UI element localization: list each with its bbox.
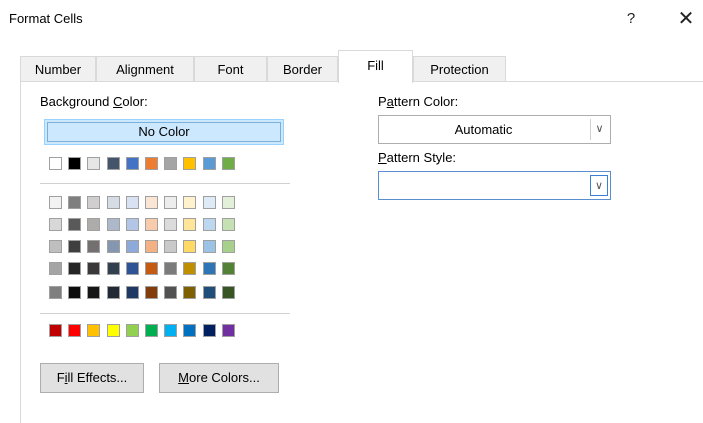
tint-color-swatch[interactable] [222, 196, 235, 209]
theme-color-swatch[interactable] [49, 157, 62, 170]
tint-color-swatch[interactable] [222, 240, 235, 253]
standard-color-swatch[interactable] [49, 324, 62, 337]
tint-color-swatch[interactable] [183, 286, 196, 299]
theme-color-swatch[interactable] [87, 157, 100, 170]
theme-color-swatch[interactable] [203, 157, 216, 170]
theme-color-swatch[interactable] [145, 157, 158, 170]
tint-color-swatch[interactable] [126, 286, 139, 299]
tab-alignment[interactable]: Alignment [96, 56, 194, 81]
tab-protection[interactable]: Protection [413, 56, 506, 81]
tint-color-swatch[interactable] [49, 262, 62, 275]
pattern-color-value: Automatic [454, 122, 513, 137]
tint-color-swatch[interactable] [183, 262, 196, 275]
tint-color-swatch[interactable] [145, 286, 158, 299]
theme-color-swatch[interactable] [164, 157, 177, 170]
theme-color-swatch[interactable] [126, 157, 139, 170]
theme-color-swatch[interactable] [68, 157, 81, 170]
tint-color-swatch[interactable] [49, 286, 62, 299]
pattern-color-dropdown[interactable]: Automatic ∨ [378, 115, 611, 144]
no-color-label: No Color [138, 124, 190, 139]
tint-color-swatch[interactable] [183, 196, 196, 209]
tint-color-swatch[interactable] [87, 240, 100, 253]
standard-color-swatch[interactable] [68, 324, 81, 337]
standard-color-swatch[interactable] [183, 324, 196, 337]
tint-color-swatch[interactable] [145, 262, 158, 275]
tint-color-swatch[interactable] [87, 262, 100, 275]
tint-color-swatch[interactable] [68, 218, 81, 231]
tint-color-swatch[interactable] [145, 218, 158, 231]
tint-color-swatch[interactable] [87, 286, 100, 299]
standard-color-swatch[interactable] [164, 324, 177, 337]
tab-border[interactable]: Border [267, 56, 338, 81]
tint-color-swatch[interactable] [68, 196, 81, 209]
standard-color-swatch[interactable] [126, 324, 139, 337]
pattern-style-label: Pattern Style: [378, 150, 457, 165]
help-button[interactable]: ? [618, 6, 644, 32]
tint-color-swatch[interactable] [222, 262, 235, 275]
theme-color-swatch[interactable] [222, 157, 235, 170]
tint-color-swatch[interactable] [164, 262, 177, 275]
theme-color-swatch[interactable] [107, 157, 120, 170]
chevron-down-icon[interactable]: ∨ [590, 175, 608, 196]
palette-divider [40, 183, 290, 184]
tint-color-swatch[interactable] [126, 240, 139, 253]
tint-color-swatch[interactable] [203, 240, 216, 253]
tint-color-swatch[interactable] [183, 218, 196, 231]
tint-color-swatch[interactable] [164, 240, 177, 253]
tint-color-swatch[interactable] [145, 196, 158, 209]
tint-color-swatch[interactable] [107, 240, 120, 253]
tint-color-swatch[interactable] [107, 286, 120, 299]
tint-color-swatch[interactable] [68, 262, 81, 275]
tint-color-swatch[interactable] [107, 218, 120, 231]
tint-color-swatch[interactable] [203, 196, 216, 209]
tint-color-swatch[interactable] [164, 218, 177, 231]
pattern-style-value [379, 172, 588, 199]
tab-number[interactable]: Number [20, 56, 96, 81]
tint-color-swatch[interactable] [164, 286, 177, 299]
tint-color-swatch[interactable] [49, 196, 62, 209]
tint-color-swatch[interactable] [203, 286, 216, 299]
tint-color-swatch[interactable] [183, 240, 196, 253]
tint-color-swatch[interactable] [107, 262, 120, 275]
window-title: Format Cells [9, 11, 83, 26]
title-bar: Format Cells ? ✕ [0, 0, 703, 40]
standard-color-swatch[interactable] [87, 324, 100, 337]
standard-color-swatch[interactable] [222, 324, 235, 337]
tint-color-swatch[interactable] [126, 262, 139, 275]
tint-color-swatch[interactable] [145, 240, 158, 253]
tint-color-swatch[interactable] [87, 218, 100, 231]
tint-color-swatch[interactable] [107, 196, 120, 209]
tint-color-swatch[interactable] [126, 196, 139, 209]
tint-color-swatch[interactable] [222, 286, 235, 299]
chevron-down-icon[interactable]: ∨ [590, 119, 608, 140]
standard-color-swatch[interactable] [203, 324, 216, 337]
tab-font[interactable]: Font [194, 56, 267, 81]
tint-color-swatch[interactable] [68, 286, 81, 299]
tint-color-swatch[interactable] [87, 196, 100, 209]
tint-color-swatch[interactable] [203, 262, 216, 275]
background-color-label: Background Color: [40, 94, 148, 109]
pattern-style-dropdown[interactable]: ∨ [378, 171, 611, 200]
standard-color-swatch[interactable] [145, 324, 158, 337]
tint-color-swatch[interactable] [222, 218, 235, 231]
pattern-color-label: Pattern Color: [378, 94, 459, 109]
tint-color-swatch[interactable] [68, 240, 81, 253]
standard-color-swatch[interactable] [107, 324, 120, 337]
tint-color-swatch[interactable] [203, 218, 216, 231]
theme-color-swatch[interactable] [183, 157, 196, 170]
more-colors-button[interactable]: More Colors... [159, 363, 279, 393]
palette-divider [40, 313, 290, 314]
no-color-button[interactable]: No Color [44, 119, 284, 145]
tint-color-swatch[interactable] [49, 240, 62, 253]
close-button[interactable]: ✕ [673, 6, 699, 32]
fill-effects-button[interactable]: Fill Effects... [40, 363, 144, 393]
tab-fill[interactable]: Fill [338, 50, 413, 83]
tint-color-swatch[interactable] [126, 218, 139, 231]
tint-color-swatch[interactable] [164, 196, 177, 209]
tint-color-swatch[interactable] [49, 218, 62, 231]
